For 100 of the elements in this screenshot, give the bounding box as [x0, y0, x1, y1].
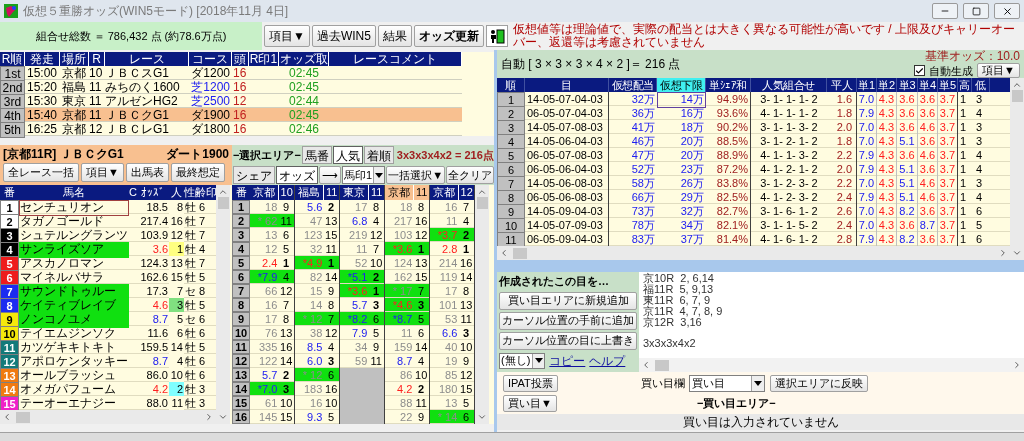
odds-cell[interactable]: 335 16 [250, 340, 294, 354]
lower-limit-cell[interactable]: 34万 [657, 218, 706, 234]
scroll-thumb[interactable] [655, 359, 669, 371]
odds-cell[interactable]: 47 13 [295, 214, 339, 228]
lower-limit-cell[interactable]: 37万 [657, 232, 706, 248]
scrollbar[interactable] [475, 185, 489, 424]
horse-name[interactable]: ノンコノユメ [19, 312, 129, 328]
splitter-bar[interactable] [497, 260, 1024, 272]
panel-button[interactable]: 出馬表 [125, 163, 169, 182]
lower-limit-cell[interactable]: 20万 [657, 148, 706, 164]
horse-name[interactable]: アスカノロマン [19, 256, 129, 272]
combination-text-area[interactable]: 京10R 2, 6,14 福11R 5, 9,13 東11R 6, 7, 9 京11R 4, 7, 8, 9 京12R 3,16 3x3x3x4x2 [639, 272, 1024, 372]
scrollbar[interactable] [216, 185, 230, 424]
odds-cell[interactable]: 66 12 [250, 284, 294, 298]
column-header[interactable]: 単ｼｪｱ和 [706, 78, 751, 92]
horse-name[interactable]: カツゲキキトキト [19, 340, 129, 356]
scroll-thumb[interactable] [16, 411, 30, 423]
odds-cell[interactable]: 8.7 4 [385, 354, 429, 368]
race-row[interactable]: 2nd 15:20 福島 11 みちのく1600 芝1200 16 02:45 [0, 80, 462, 94]
odds-cell[interactable]: *8.7 5 [385, 312, 429, 326]
odds-cell[interactable]: *4.9 1 [295, 256, 339, 270]
scroll-thumb[interactable] [476, 197, 488, 209]
horse-name[interactable]: マイネルバサラ [19, 270, 129, 286]
bet-field-select[interactable]: 買い目 [689, 374, 765, 392]
odds-cell[interactable]: 76 13 [250, 326, 294, 340]
column-header[interactable]: 単1 [857, 78, 877, 92]
horse-name[interactable]: アポロケンタッキー [19, 354, 129, 370]
column-header[interactable]: 単2 [877, 78, 897, 92]
horse-name[interactable]: オメガパフューム [19, 382, 129, 398]
odds-cell[interactable]: 16 10 [295, 396, 339, 410]
odds-cell[interactable]: 18 8 [385, 200, 429, 214]
odds-cell[interactable]: *3.6 1 [340, 284, 384, 298]
close-button[interactable] [994, 3, 1020, 19]
odds-cell[interactable]: 214 16 [430, 256, 474, 270]
odds-cell[interactable]: 4.2 2 [385, 382, 429, 396]
scrollbar[interactable] [497, 246, 1010, 260]
race-column-header[interactable]: 京都 12 [430, 185, 474, 200]
odds-cell[interactable]: 19 9 [430, 354, 474, 368]
odds-cell[interactable]: 6.6 3 [430, 326, 474, 340]
odds-cell[interactable]: 183 16 [295, 382, 339, 396]
odds-cell[interactable]: *3.6 1 [385, 242, 429, 256]
race-row[interactable]: 1st 15:00 京都 10 ＪＢＣスG1 ダ1200 16 02:45 [0, 66, 462, 80]
exit-button[interactable] [485, 25, 508, 47]
mode-tab[interactable]: シェア [233, 166, 275, 184]
odds-cell[interactable]: 88 11 [385, 396, 429, 410]
scrollbar[interactable] [0, 410, 216, 424]
horse-name[interactable]: テイエムジンソク [19, 326, 129, 342]
odds-cell[interactable]: *8.2 6 [340, 312, 384, 326]
minimize-button[interactable] [932, 3, 958, 19]
add-combination-button[interactable]: 買い目エリアに新規追加 [499, 291, 637, 310]
lower-limit-cell[interactable]: 20万 [657, 134, 706, 150]
column-header[interactable]: 仮想下限 [657, 78, 706, 92]
odds-cell[interactable]: 40 10 [430, 340, 474, 354]
horse-name[interactable]: シュテルングランツ [19, 228, 129, 244]
odds-cell[interactable]: 11 7 [340, 242, 384, 256]
odds-cell[interactable]: 159 14 [385, 340, 429, 354]
odds-cell[interactable]: 15 9 [295, 284, 339, 298]
odds-cell[interactable]: 217 16 [385, 214, 429, 228]
odds-cell[interactable]: * 14 6 [430, 410, 474, 424]
column-header[interactable]: 平人 [827, 78, 857, 92]
panel-button[interactable]: 項目▼ [81, 163, 124, 182]
column-header[interactable]: 単4 [918, 78, 938, 92]
odds-cell[interactable]: *4.6 3 [385, 298, 429, 312]
toolbar-button[interactable]: 結果 [377, 25, 412, 47]
menu-button[interactable]: 項目▼ [977, 63, 1020, 78]
odds-cell[interactable]: 86 10 [385, 368, 429, 382]
race-column-header[interactable]: 東京 11 [340, 185, 384, 200]
apply-to-selection-button[interactable]: 選択エリアに反映 [770, 374, 868, 392]
add-combination-button[interactable]: カーソル位置の手前に追加 [499, 311, 637, 330]
scrollbar[interactable] [639, 358, 1024, 372]
panel-link[interactable]: ヘルプ [589, 351, 626, 370]
race-row[interactable]: 4th 15:40 京都 11 ＪＢＣクG1 ダ1900 16 02:45 [0, 108, 462, 122]
odds-cell[interactable]: 53 11 [430, 312, 474, 326]
lower-limit-cell[interactable]: 23万 [657, 162, 706, 178]
arrow-button[interactable]: ⟶ [319, 166, 341, 184]
toolbar-button[interactable]: 過去WIN5 [311, 25, 376, 47]
lower-limit-cell[interactable]: 16万 [657, 106, 706, 122]
odds-cell[interactable]: 123 15 [295, 228, 339, 242]
add-combination-button[interactable]: カーソル位置の目に上書き [499, 331, 637, 350]
sort-tab[interactable]: 馬番 [301, 146, 332, 164]
column-header[interactable]: 人気組合せ [751, 78, 827, 92]
odds-cell[interactable]: 2.8 1 [430, 242, 474, 256]
odds-cell[interactable]: * 12 6 [295, 368, 339, 382]
odds-cell[interactable]: 5.6 2 [295, 200, 339, 214]
lower-limit-cell[interactable]: 14万 [657, 92, 706, 108]
race-column-header[interactable]: 福島 11 [295, 185, 339, 200]
lower-limit-cell[interactable]: 29万 [657, 190, 706, 206]
mark-select[interactable]: 馬印1 [342, 166, 386, 184]
scroll-thumb[interactable] [217, 197, 229, 209]
odds-cell[interactable]: * 62 11 [250, 214, 294, 228]
odds-cell[interactable]: *3.7 2 [430, 228, 474, 242]
odds-cell[interactable]: 119 14 [430, 270, 474, 284]
toolbar-button[interactable]: オッズ更新 [413, 25, 484, 47]
panel-button[interactable]: 全レース一括 [3, 163, 79, 182]
option-select[interactable]: (無し) [499, 352, 546, 369]
odds-cell[interactable]: 34 9 [340, 340, 384, 354]
odds-cell[interactable]: 17 8 [430, 284, 474, 298]
odds-cell[interactable]: * 12 7 [295, 312, 339, 326]
panel-link[interactable]: コピー [549, 351, 586, 370]
odds-cell[interactable]: 124 13 [385, 256, 429, 270]
